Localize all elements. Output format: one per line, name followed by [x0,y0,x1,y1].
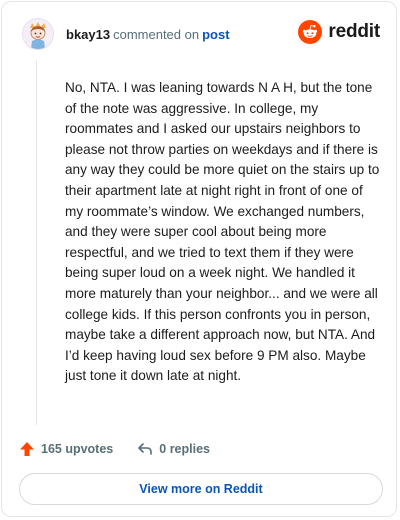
reply-arrow-icon [138,443,153,455]
view-more-button[interactable]: View more on Reddit [19,473,383,505]
username[interactable]: bkay13 [66,27,110,42]
post-link[interactable]: post [202,27,229,42]
thread-line [36,60,37,425]
upvote-arrow-icon [20,442,34,456]
comment-body: No, NTA. I was leaning towards N A H, bu… [65,80,380,384]
commented-on-text: commented on [113,26,200,42]
upvote-count: 165 upvotes [41,442,114,456]
reddit-snoo-icon [298,20,323,44]
avatar[interactable] [22,18,54,50]
reply-button[interactable]: 0 replies [137,441,210,457]
reddit-wordmark: reddit [328,21,380,42]
comment-card: bkay13 commented on post reddit No, NTA. I… [1,1,397,517]
upvote-button[interactable]: 165 upvotes [19,441,113,457]
comment-header: bkay13 commented on post [22,18,230,50]
comment-actions: 165 upvotes 0 replies [19,439,210,459]
reddit-logo[interactable]: reddit [298,20,380,44]
cartoon-avatar-icon [23,19,53,49]
comment-meta: bkay13 commented on post [66,27,230,42]
reply-count: 0 replies [159,442,210,456]
